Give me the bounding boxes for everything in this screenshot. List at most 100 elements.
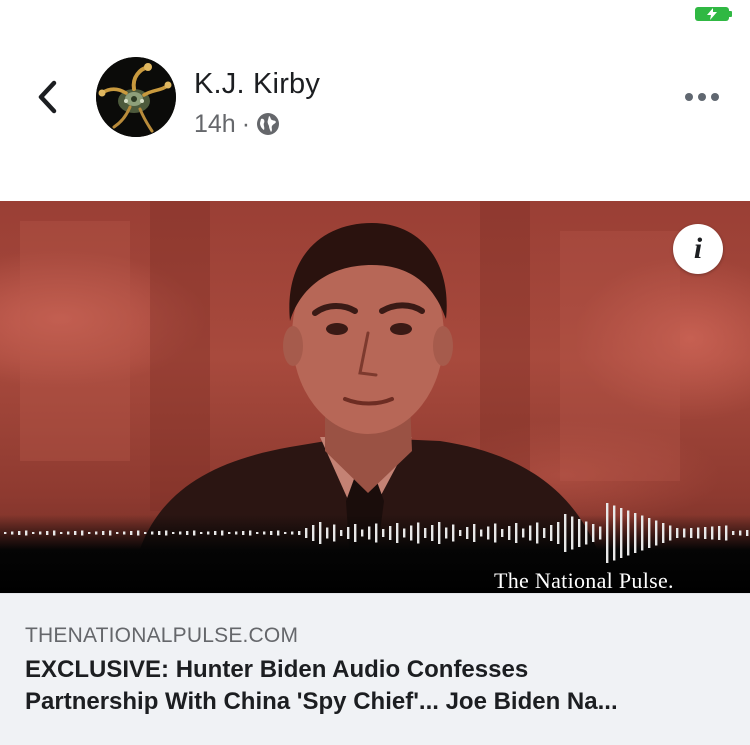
waveform-bar [193,530,196,536]
waveform-bar [67,531,70,535]
waveform-bar [445,527,448,539]
waveform-bar [662,523,665,543]
waveform-bar [291,531,294,535]
waveform-bar [158,531,161,535]
waveform-bar [606,503,609,563]
waveform-bar [620,508,623,558]
waveform-bar [256,532,259,534]
waveform-bar [123,531,126,535]
chevron-left-icon [38,80,57,114]
waveform-bar [144,532,147,534]
waveform-bar [165,530,168,536]
waveform-bar [704,527,707,539]
waveform-bar [319,522,322,544]
waveform-bar [95,531,98,535]
link-title: EXCLUSIVE: Hunter Biden Audio Confesses … [25,654,730,718]
link-domain: THENATIONALPULSE.COM [25,624,299,647]
waveform-bar [347,527,350,539]
waveform-bar [550,525,553,541]
waveform-bar [403,528,406,538]
waveform-bar [151,531,154,535]
waveform-bar [32,532,35,534]
waveform-bar [669,525,672,541]
waveform-bar [431,525,434,541]
waveform-bar [81,530,84,536]
waveform-bar [375,523,378,543]
waveform-bar [11,531,14,535]
waveform-bar [466,527,469,539]
more-options-button[interactable] [680,84,724,110]
more-dot [698,93,706,101]
waveform-bar [389,526,392,540]
waveform-bar [242,531,245,535]
waveform-bar [340,530,343,536]
waveform-bar [18,531,21,535]
meta-separator: · [241,109,251,138]
audio-waveform [4,503,749,563]
waveform-bar [46,531,49,535]
waveform-bar [235,531,238,535]
link-title-line: EXCLUSIVE: Hunter Biden Audio Confesses [25,656,529,683]
waveform-bar [179,531,182,535]
link-card[interactable]: THENATIONALPULSE.COM EXCLUSIVE: Hunter B… [0,593,750,745]
waveform-bar [368,526,371,540]
waveform-bar [515,523,518,543]
waveform-bar [697,527,700,539]
post-meta: 14h · [194,110,280,138]
waveform-bar [109,530,112,536]
waveform-bar [655,520,658,546]
waveform-bar [725,525,728,541]
waveform-bar [508,526,511,540]
waveform-bar [361,529,364,537]
brand-watermark: The National Pulse. [494,568,674,593]
author-name[interactable]: K.J. Kirby [194,68,320,101]
waveform-bar [487,526,490,540]
link-title-line: Partnership With China 'Spy Chief'... Jo… [25,688,618,715]
info-button[interactable]: i [673,224,723,274]
waveform-bar [543,528,546,538]
waveform-bar [690,528,693,538]
waveform-bar [53,530,56,536]
waveform-bar [613,505,616,561]
waveform-bar [298,531,301,535]
avatar[interactable] [96,57,176,137]
waveform-bar [739,530,742,536]
waveform-bar [312,525,315,541]
waveform-bar [592,524,595,542]
post-timestamp[interactable]: 14h [194,110,236,139]
waveform-bar [627,510,630,556]
waveform-bar [137,530,140,536]
waveform-bar [683,528,686,538]
waveform-bar [88,532,91,534]
waveform-bar [186,531,189,535]
post-view: K.J. Kirby 14h · i The National Pulse. T… [0,0,750,745]
waveform-bar [494,523,497,543]
more-dot [711,93,719,101]
waveform-bar [599,526,602,540]
waveform-bar [305,528,308,538]
waveform-bar [585,521,588,545]
waveform-bar [354,524,357,542]
waveform-bar [473,524,476,542]
back-button[interactable] [30,78,64,116]
waveform-bar [480,529,483,537]
more-horizontal-icon [685,93,693,101]
waveform-bar [102,531,105,535]
waveform-bar [529,525,532,541]
waveform-bar [270,531,273,535]
waveform-bar [214,531,217,535]
waveform-bar [382,529,385,537]
waveform-bar [249,530,252,536]
waveform-bar [557,522,560,544]
waveform-bar [263,531,266,535]
waveform-bar [424,528,427,538]
waveform-bar [410,525,413,541]
waveform-bar [501,529,504,537]
waveform-bar [116,532,119,534]
waveform-bar [571,516,574,550]
waveform-bar [172,532,175,534]
waveform-bar [522,528,525,538]
avatar-image [96,57,176,137]
waveform-bar [333,524,336,542]
waveform-bar [676,528,679,538]
